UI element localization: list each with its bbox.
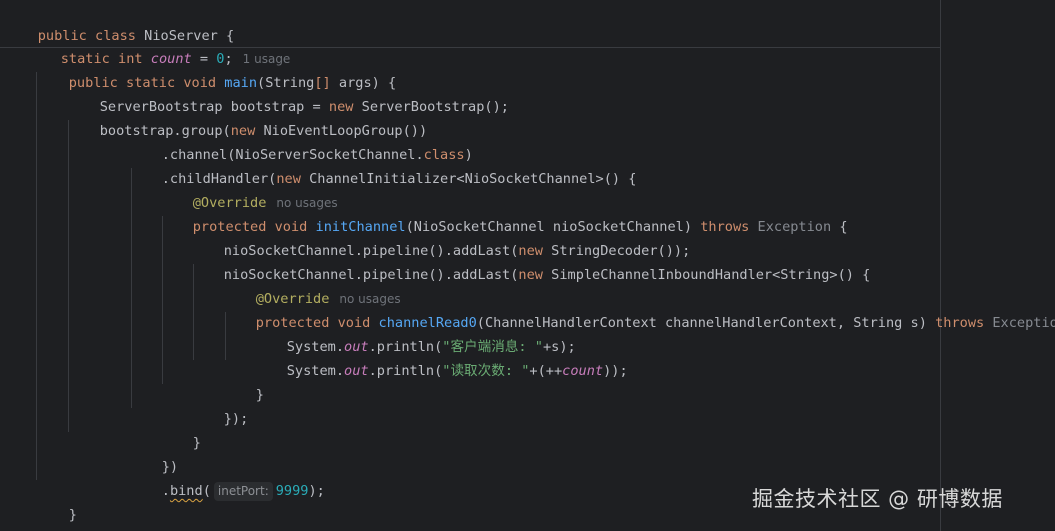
code-line-println-2[interactable]: System.out.println("读取次数: "+(++count)); <box>254 335 628 379</box>
watermark: 掘金技术社区 @ 研博数据 <box>752 487 1003 511</box>
code-text: )); <box>603 363 628 379</box>
indent-guide <box>36 72 37 480</box>
code-text: SimpleChannelInboundHandler<String>() { <box>542 267 871 283</box>
parameter-hint: inetPort: <box>213 482 273 501</box>
code-line-println-1[interactable]: System.out.println("客户端消息: "+s); <box>254 311 576 355</box>
code-line-init-channel[interactable]: protected void initChannel(NioSocketChan… <box>160 191 848 235</box>
method-call-warning[interactable]: bind <box>170 483 203 499</box>
code-line-close-brace[interactable]: } <box>223 359 264 403</box>
punctuation: }); <box>223 411 249 427</box>
code-line-channel-read[interactable]: protected void channelRead0(ChannelHandl… <box>223 287 1055 331</box>
punctuation: ( <box>202 483 211 499</box>
code-line-group-call[interactable]: bootstrap.group(new NioEventLoopGroup()) <box>67 95 427 139</box>
code-line-bind-call[interactable]: .bind(inetPort: 9999); <box>129 455 325 501</box>
code-line-close-paren[interactable]: }) <box>129 431 178 475</box>
code-line-child-handler[interactable]: .childHandler(new ChannelInitializer<Nio… <box>129 143 637 187</box>
code-line-close-class[interactable]: } <box>5 503 46 527</box>
code-line-close-anon[interactable]: }); <box>191 383 249 427</box>
punctuation: } <box>192 435 201 451</box>
code-line-close-brace[interactable]: } <box>160 407 201 451</box>
string-literal: "读取次数: " <box>442 363 530 379</box>
keyword: throws <box>935 315 985 331</box>
code-text: ChannelInitializer<NioSocketChannel>() { <box>300 171 637 187</box>
punctuation: . <box>161 483 170 499</box>
punctuation: } <box>68 507 77 523</box>
keyword: new <box>518 267 543 283</box>
code-line-pipeline-1[interactable]: nioSocketChannel.pipeline().addLast(new … <box>191 215 691 259</box>
code-line-channel-call[interactable]: .channel(NioServerSocketChannel.class) <box>129 119 473 163</box>
punctuation: } <box>255 387 264 403</box>
keyword: throws <box>700 219 750 235</box>
code-text: .println( <box>368 363 443 379</box>
code-line-main-decl[interactable]: public static void main(String[] args) { <box>36 47 396 91</box>
code-line-override-1[interactable]: @Override no usages <box>160 167 338 211</box>
number-literal: 9999 <box>275 483 309 499</box>
static-field: out <box>344 363 369 379</box>
code-line-close-main[interactable]: } <box>36 479 77 523</box>
punctuation: { <box>831 219 848 235</box>
right-margin-guide <box>940 0 941 531</box>
code-text: +(++ <box>529 363 563 379</box>
code-editor[interactable]: public class NioServer { static int coun… <box>0 0 1055 531</box>
punctuation: ); <box>308 483 325 499</box>
exception-type: Exception <box>992 315 1055 331</box>
exception-type: Exception <box>757 219 832 235</box>
field-name: count <box>562 363 604 379</box>
code-line-pipeline-2[interactable]: nioSocketChannel.pipeline().addLast(new … <box>191 239 871 283</box>
code-line-bootstrap-decl[interactable]: ServerBootstrap bootstrap = new ServerBo… <box>67 71 509 115</box>
code-text: System. <box>286 363 345 379</box>
code-line-override-2[interactable]: @Override no usages <box>223 263 401 307</box>
code-line-field[interactable]: static int count = 0; 1 usage <box>28 23 291 67</box>
code-line-class-decl[interactable]: public class NioServer { <box>5 0 234 44</box>
